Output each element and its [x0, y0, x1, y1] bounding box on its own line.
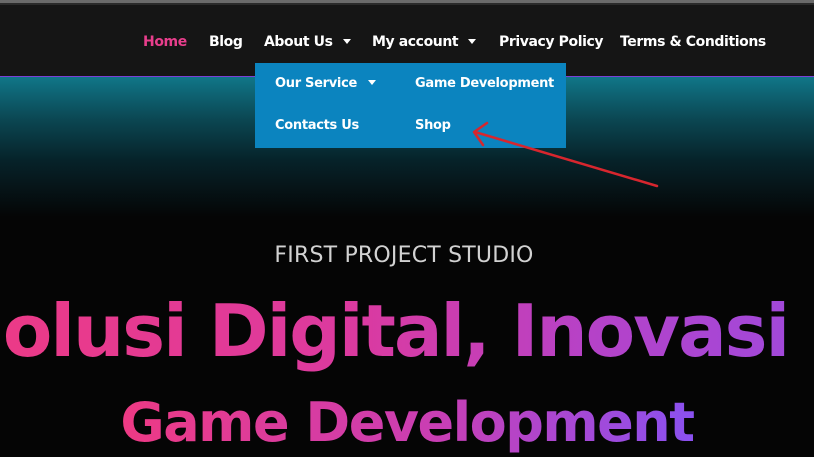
chevron-down-icon [468, 38, 477, 44]
hero-headline: Solusi Digital, Inovasi Lokal [0, 286, 814, 376]
hero-subheadline: Game Development [0, 390, 814, 456]
hero-headline-container: Solusi Digital, Inovasi Lokal [0, 286, 814, 378]
page: Home Blog About Us My account Privacy Po… [0, 0, 814, 457]
nav-item-blog[interactable]: Blog [209, 33, 243, 51]
chevron-down-icon [342, 38, 351, 44]
nav-item-about-us-label: About Us [264, 34, 333, 50]
nav-item-my-account-label: My account [372, 34, 459, 50]
chevron-down-icon [368, 80, 376, 85]
dropdown-item-contacts-us[interactable]: Contacts Us [275, 118, 359, 134]
dropdown-item-shop[interactable]: Shop [415, 118, 451, 134]
dropdown-item-our-service[interactable]: Our Service [275, 76, 376, 92]
nav-item-my-account[interactable]: My account [372, 33, 477, 51]
nav-item-home[interactable]: Home [143, 33, 187, 51]
studio-label: FIRST PROJECT STUDIO [274, 243, 534, 268]
nav-item-privacy-policy[interactable]: Privacy Policy [499, 33, 604, 51]
dropdown-item-our-service-label: Our Service [275, 76, 357, 91]
hero-subheadline-text: Game Development [120, 391, 695, 454]
nav-item-about-us[interactable]: About Us [264, 33, 351, 51]
about-us-dropdown-menu: Our Service Game Development Contacts Us… [255, 63, 566, 148]
dropdown-item-game-development[interactable]: Game Development [415, 76, 554, 92]
nav-item-terms-conditions[interactable]: Terms & Conditions [620, 33, 766, 51]
